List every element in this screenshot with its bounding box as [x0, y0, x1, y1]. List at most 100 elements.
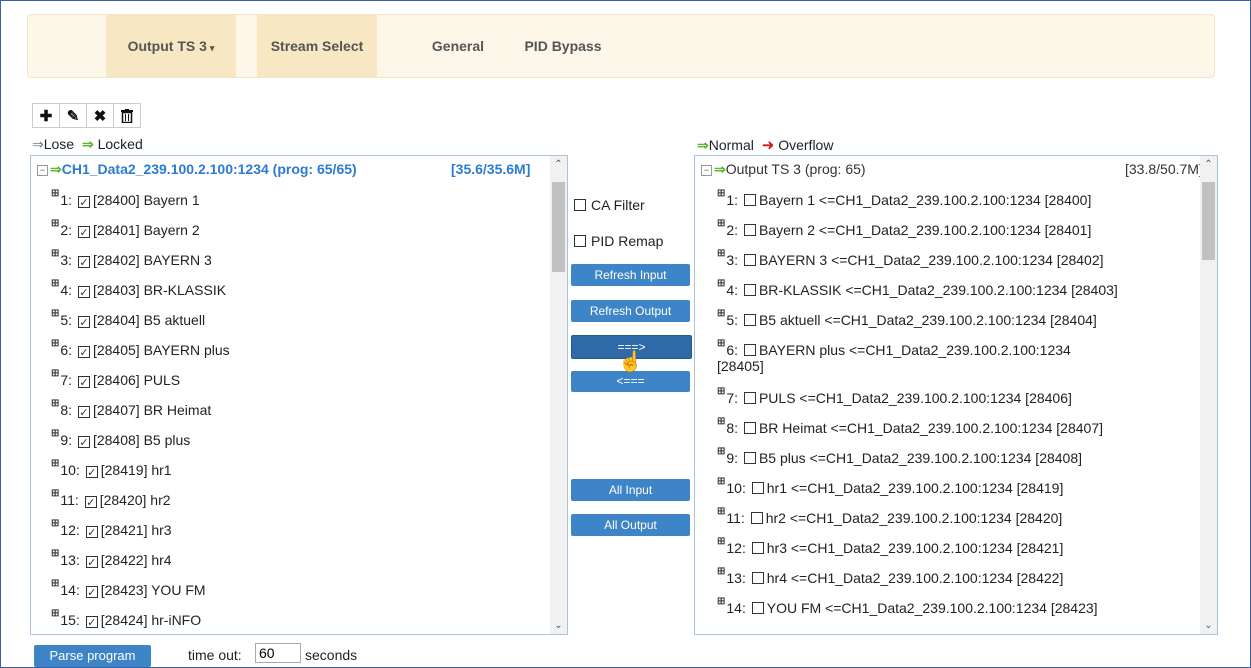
tab-stream-select[interactable]: Stream Select	[257, 15, 377, 77]
checkbox-checked-icon[interactable]: ✓	[84, 496, 97, 509]
checkbox-checked-icon[interactable]: ✓	[77, 406, 90, 419]
checkbox-icon[interactable]	[750, 512, 763, 524]
input-scrollbar[interactable]: ⌃ ⌄	[550, 156, 567, 634]
expand-icon[interactable]: ⊞	[717, 506, 725, 517]
checkbox-checked-icon[interactable]: ✓	[77, 286, 90, 299]
expand-icon[interactable]: ⊞	[717, 218, 725, 229]
checkbox-checked-icon[interactable]: ✓	[85, 556, 98, 569]
remove-from-output-button[interactable]: <===	[571, 371, 690, 392]
scroll-up-icon[interactable]: ⌃	[550, 156, 567, 173]
checkbox-checked-icon[interactable]: ✓	[77, 436, 90, 449]
checkbox-checked-icon[interactable]: ✓	[77, 376, 90, 389]
expand-icon[interactable]: ⊞	[717, 338, 725, 349]
checkbox-checked-icon[interactable]: ✓	[77, 316, 90, 329]
expand-icon[interactable]: ⊞	[717, 566, 725, 577]
scroll-thumb[interactable]	[1202, 182, 1215, 260]
expand-icon[interactable]: ⊞	[51, 518, 59, 529]
refresh-input-button[interactable]: Refresh Input	[571, 264, 690, 286]
expand-icon[interactable]: ⊞	[717, 308, 725, 319]
expand-icon[interactable]: ⊞	[717, 188, 725, 199]
checkbox-icon[interactable]	[743, 392, 756, 404]
collapse-icon[interactable]: −	[37, 164, 48, 176]
input-tree-item[interactable]: ⊞3: ✓ [28402] BAYERN 3	[51, 248, 212, 269]
expand-icon[interactable]: ⊞	[717, 536, 725, 547]
expand-icon[interactable]: ⊞	[51, 548, 59, 559]
delete-button[interactable]: ✖	[86, 103, 114, 128]
expand-icon[interactable]: ⊞	[717, 416, 725, 427]
checkbox-icon[interactable]	[574, 235, 586, 247]
expand-icon[interactable]: ⊞	[717, 386, 725, 397]
output-tree-item[interactable]: ⊞7: PULS <=CH1_Data2_239.100.2.100:1234 …	[717, 386, 1072, 406]
checkbox-icon[interactable]	[743, 422, 756, 434]
tab-general[interactable]: General	[408, 15, 508, 77]
add-button[interactable]: ✚	[32, 103, 60, 128]
checkbox-checked-icon[interactable]: ✓	[77, 256, 90, 269]
expand-icon[interactable]: ⊞	[51, 278, 59, 289]
input-tree-item[interactable]: ⊞2: ✓ [28401] Bayern 2	[51, 218, 200, 239]
expand-icon[interactable]: ⊞	[51, 398, 59, 409]
input-tree-item[interactable]: ⊞12: ✓ [28421] hr3	[51, 518, 172, 539]
checkbox-checked-icon[interactable]: ✓	[77, 346, 90, 359]
input-tree-item[interactable]: ⊞8: ✓ [28407] BR Heimat	[51, 398, 211, 419]
checkbox-icon[interactable]	[574, 199, 586, 211]
checkbox-checked-icon[interactable]: ✓	[85, 616, 98, 629]
input-tree-item[interactable]: ⊞13: ✓ [28422] hr4	[51, 548, 172, 569]
output-ts-dropdown[interactable]: Output TS 3 ▾	[106, 15, 236, 77]
expand-icon[interactable]: ⊞	[717, 278, 725, 289]
checkbox-icon[interactable]	[743, 224, 756, 236]
output-tree-item[interactable]: ⊞5: B5 aktuell <=CH1_Data2_239.100.2.100…	[717, 308, 1097, 328]
refresh-output-button[interactable]: Refresh Output	[571, 300, 690, 322]
scroll-down-icon[interactable]: ⌄	[1200, 617, 1217, 634]
checkbox-icon[interactable]	[743, 344, 756, 356]
all-output-button[interactable]: All Output	[571, 514, 690, 536]
checkbox-checked-icon[interactable]: ✓	[85, 466, 98, 479]
input-tree-item[interactable]: ⊞5: ✓ [28404] B5 aktuell	[51, 308, 205, 329]
expand-icon[interactable]: ⊞	[717, 596, 725, 607]
output-tree-item[interactable]: ⊞8: BR Heimat <=CH1_Data2_239.100.2.100:…	[717, 416, 1103, 436]
input-tree-item[interactable]: ⊞6: ✓ [28405] BAYERN plus	[51, 338, 230, 359]
all-input-button[interactable]: All Input	[571, 479, 690, 501]
parse-program-button[interactable]: Parse program	[34, 645, 151, 667]
expand-icon[interactable]: ⊞	[51, 488, 59, 499]
output-tree-item[interactable]: ⊞3: BAYERN 3 <=CH1_Data2_239.100.2.100:1…	[717, 248, 1104, 268]
input-tree-item[interactable]: ⊞1: ✓ [28400] Bayern 1	[51, 188, 200, 209]
output-tree-item[interactable]: ⊞11: hr2 <=CH1_Data2_239.100.2.100:1234 …	[717, 506, 1062, 526]
expand-icon[interactable]: ⊞	[51, 218, 59, 229]
output-scrollbar[interactable]: ⌃ ⌄	[1200, 156, 1217, 634]
scroll-down-icon[interactable]: ⌄	[550, 617, 567, 634]
checkbox-checked-icon[interactable]: ✓	[77, 196, 90, 209]
expand-icon[interactable]: ⊞	[51, 248, 59, 259]
input-tree-item[interactable]: ⊞15: ✓ [28424] hr-iNFO	[51, 608, 201, 629]
expand-icon[interactable]: ⊞	[51, 338, 59, 349]
input-tree-item[interactable]: ⊞4: ✓ [28403] BR-KLASSIK	[51, 278, 226, 299]
expand-icon[interactable]: ⊞	[717, 248, 725, 259]
output-tree-item[interactable]: ⊞6: BAYERN plus <=CH1_Data2_239.100.2.10…	[717, 338, 1071, 358]
scroll-up-icon[interactable]: ⌃	[1200, 156, 1217, 173]
input-tree-item[interactable]: ⊞10: ✓ [28419] hr1	[51, 458, 172, 479]
checkbox-icon[interactable]	[743, 284, 756, 296]
ca-filter-checkbox[interactable]: CA Filter	[574, 197, 645, 213]
trash-button[interactable]	[113, 103, 141, 128]
scroll-thumb[interactable]	[552, 182, 565, 272]
output-tree-item[interactable]: ⊞4: BR-KLASSIK <=CH1_Data2_239.100.2.100…	[717, 278, 1118, 298]
input-tree-item[interactable]: ⊞9: ✓ [28408] B5 plus	[51, 428, 190, 449]
checkbox-checked-icon[interactable]: ✓	[85, 586, 98, 599]
pid-remap-checkbox[interactable]: PID Remap	[574, 233, 663, 249]
output-tree-item[interactable]: ⊞12: hr3 <=CH1_Data2_239.100.2.100:1234 …	[717, 536, 1063, 556]
input-tree-item[interactable]: ⊞14: ✓ [28423] YOU FM	[51, 578, 206, 599]
checkbox-icon[interactable]	[743, 314, 756, 326]
tab-pid-bypass[interactable]: PID Bypass	[508, 15, 618, 77]
checkbox-icon[interactable]	[751, 572, 764, 584]
expand-icon[interactable]: ⊞	[51, 188, 59, 199]
input-tree-item[interactable]: ⊞11: ✓ [28420] hr2	[51, 488, 171, 509]
expand-icon[interactable]: ⊞	[51, 458, 59, 469]
checkbox-icon[interactable]	[751, 482, 764, 494]
collapse-icon[interactable]: −	[701, 164, 712, 176]
checkbox-checked-icon[interactable]: ✓	[77, 226, 90, 239]
expand-icon[interactable]: ⊞	[51, 578, 59, 589]
checkbox-checked-icon[interactable]: ✓	[85, 526, 98, 539]
checkbox-icon[interactable]	[743, 194, 756, 206]
checkbox-icon[interactable]	[751, 602, 764, 614]
expand-icon[interactable]: ⊞	[51, 368, 59, 379]
output-tree-item[interactable]: ⊞10: hr1 <=CH1_Data2_239.100.2.100:1234 …	[717, 476, 1063, 496]
